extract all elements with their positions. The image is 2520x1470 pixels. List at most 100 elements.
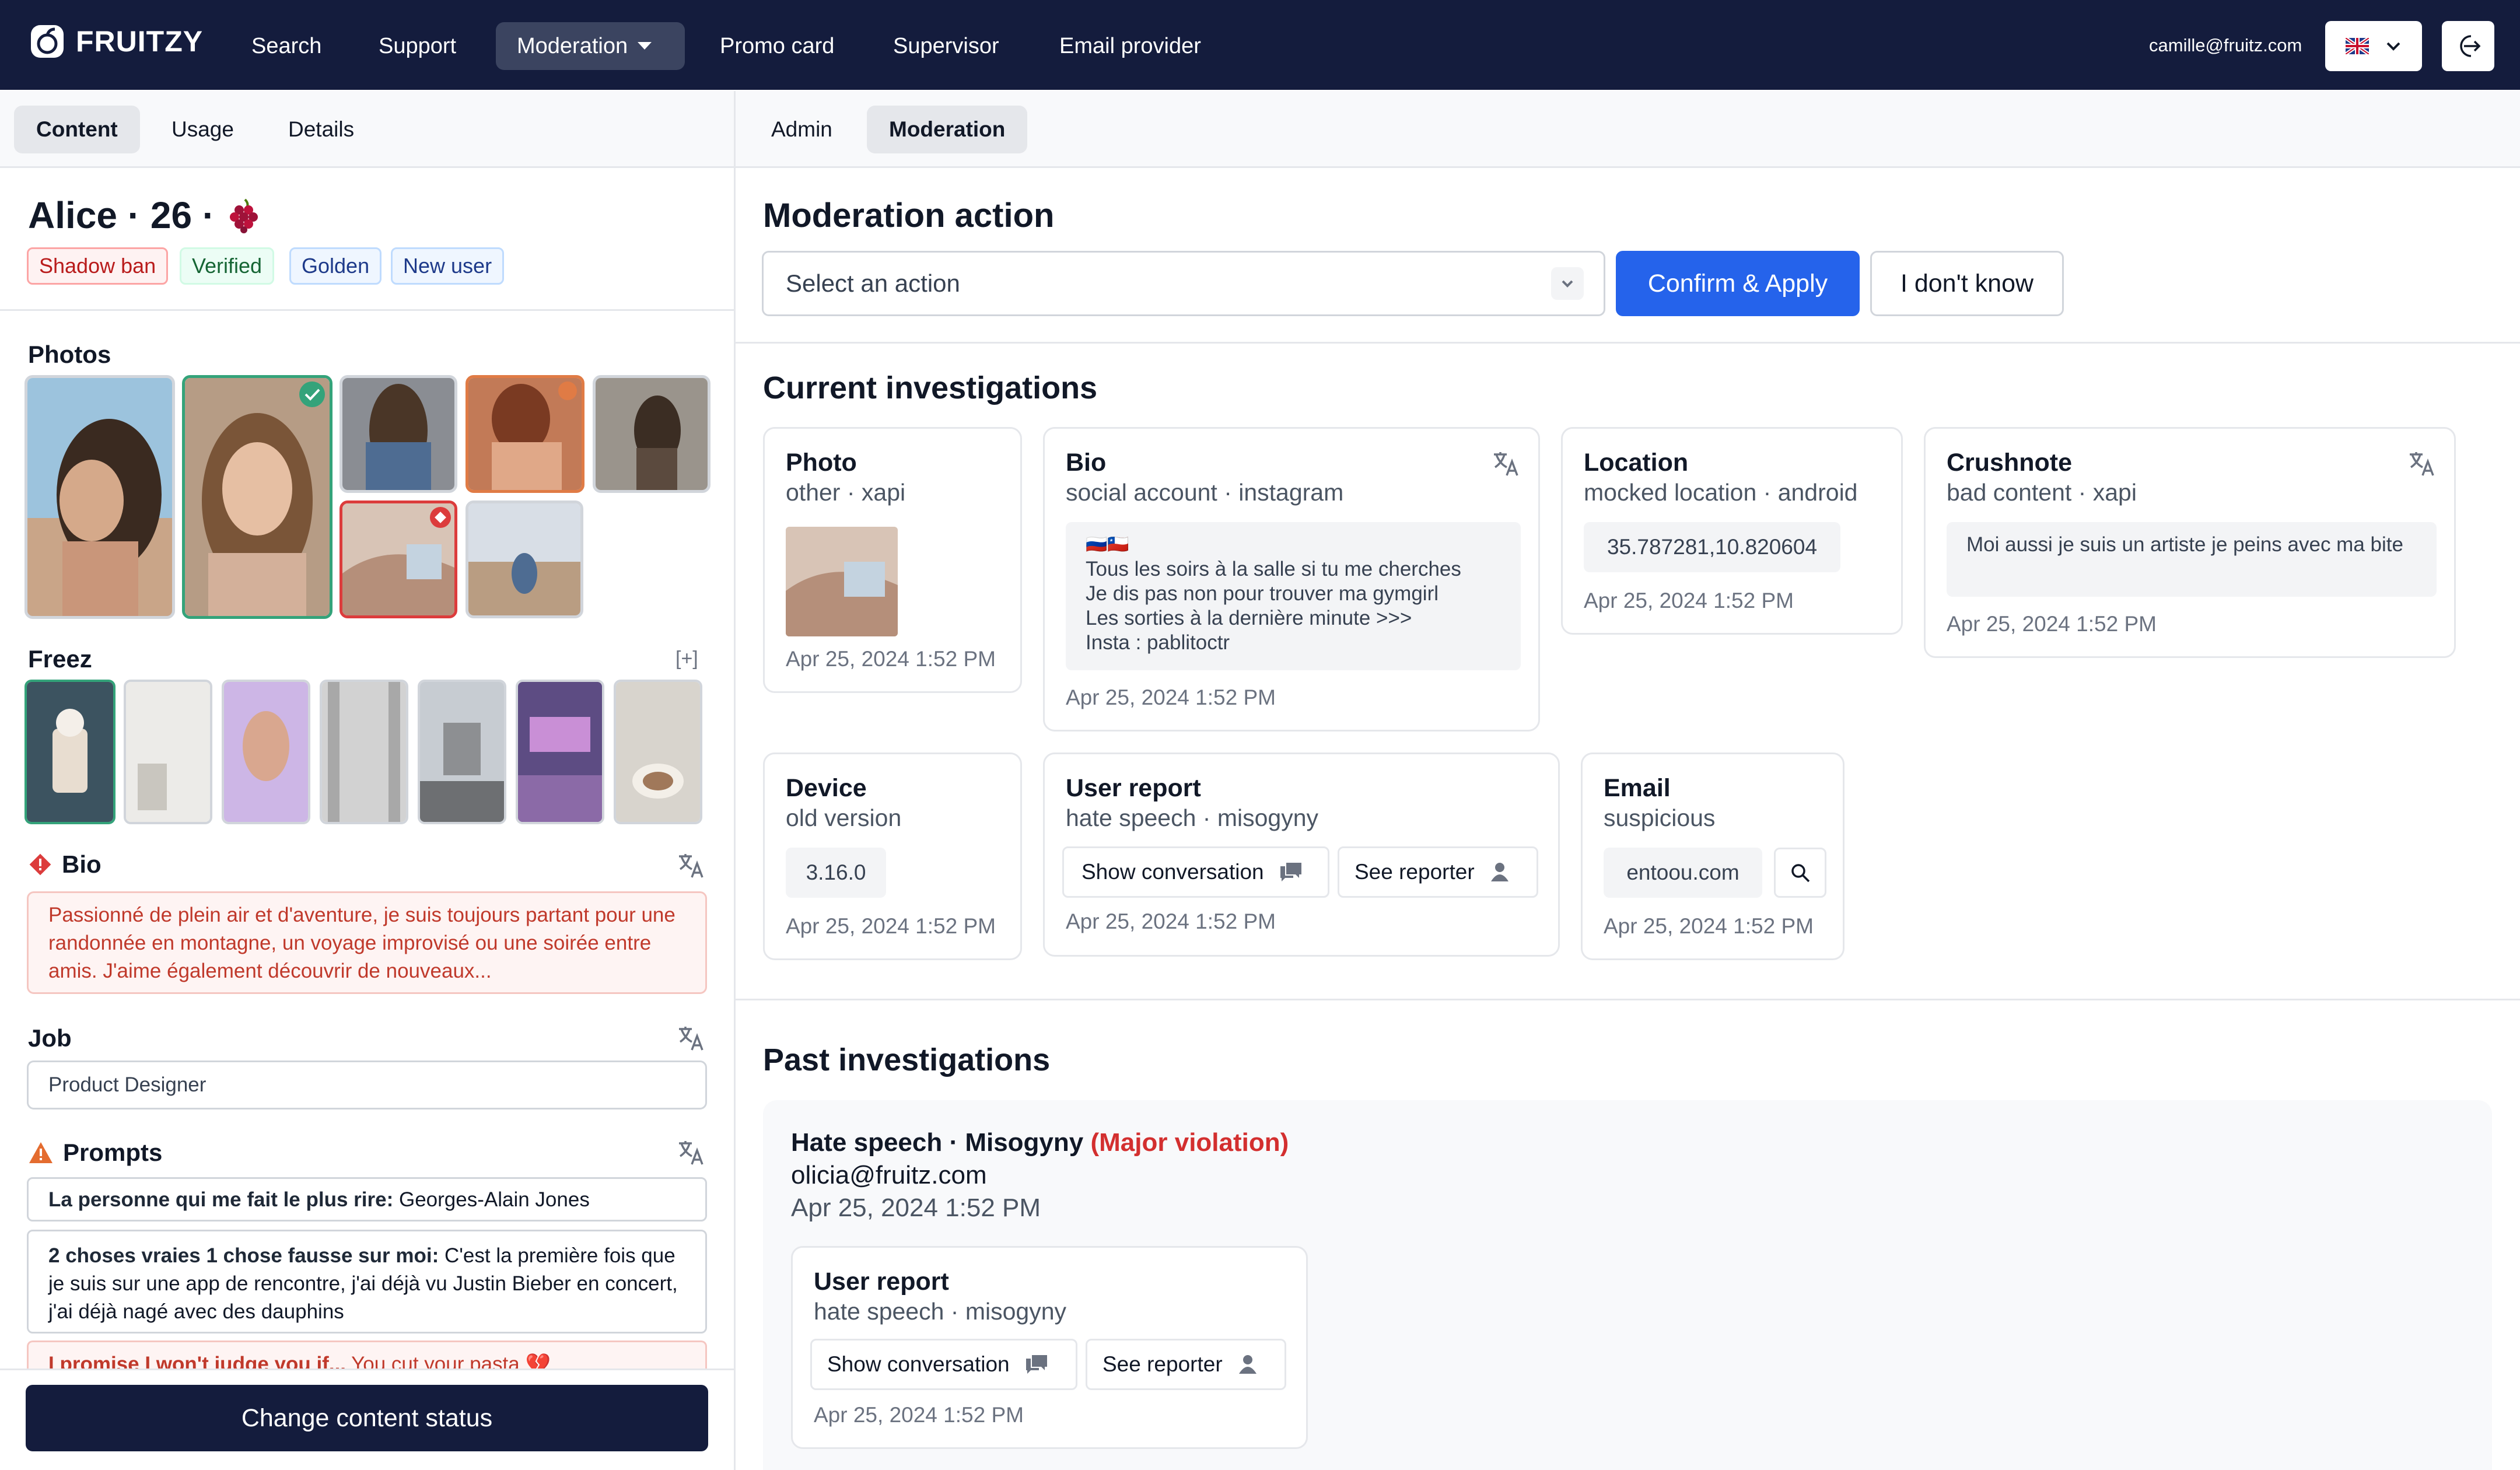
freez-7[interactable] [614, 680, 702, 824]
card-date: Apr 25, 2024 1:52 PM [1947, 612, 2157, 636]
chat-icon [1026, 1355, 1047, 1374]
caret-down-icon [638, 42, 652, 50]
current-investigations-title: Current investigations [763, 370, 1098, 405]
photo-2-approved[interactable] [182, 375, 332, 619]
investigation-card-email: Email suspicious entoou.com Apr 25, 2024… [1581, 752, 1845, 960]
email-domain: entoou.com [1604, 848, 1762, 898]
card-title: Email [1604, 774, 1671, 802]
nav-promo-card[interactable]: Promo card [699, 22, 855, 70]
past-item-heading: Hate speech · Misogyny (Major violation) [791, 1128, 1289, 1157]
tab-admin[interactable]: Admin [749, 106, 855, 153]
photo-5[interactable] [593, 375, 710, 493]
photo-4-flagged[interactable] [466, 375, 584, 493]
see-reporter-label: See reporter [1354, 860, 1475, 884]
nav-supervisor[interactable]: Supervisor [872, 22, 1020, 70]
nav-email-provider[interactable]: Email provider [1038, 22, 1222, 70]
photo-6-rejected[interactable] [340, 501, 457, 618]
photo-3[interactable] [340, 375, 457, 493]
search-email-button[interactable] [1774, 848, 1826, 898]
divider [0, 309, 734, 311]
bio-line: Je dis pas non pour trouver ma gymgirl [1086, 582, 1438, 605]
job-title: Job [28, 1024, 72, 1052]
investigation-card-device: Device old version 3.16.0 Apr 25, 2024 1… [763, 752, 1022, 960]
freez-expand-button[interactable]: [+] [676, 648, 698, 670]
flag-emoji: 🇷🇺🇨🇱 [1086, 535, 1129, 554]
freez-4[interactable] [320, 680, 408, 824]
prompt-question: 2 choses vraies 1 chose fausse sur moi: [48, 1244, 439, 1267]
bio-content-box: 🇷🇺🇨🇱 Tous les soirs à la salle si tu me … [1066, 522, 1521, 670]
past-user-report-card: User report hate speech · misogyny Show … [791, 1246, 1308, 1449]
dont-know-button[interactable]: I don't know [1870, 251, 2064, 316]
location-coordinates: 35.787281,10.820604 [1584, 522, 1840, 572]
prompt-question: I promise I won't judge you if... [48, 1353, 346, 1370]
investigation-card-location: Location mocked location · android 35.78… [1561, 427, 1903, 635]
bio-header: Bio [28, 850, 102, 878]
action-select[interactable]: Select an action [762, 251, 1605, 316]
tab-content[interactable]: Content [14, 106, 140, 153]
freez-1-approved[interactable] [24, 680, 116, 824]
card-subtitle: bad content · xapi [1947, 479, 2137, 506]
card-title: Photo [786, 449, 857, 477]
warning-triangle-icon [29, 1142, 52, 1163]
photos-title: Photos [28, 341, 111, 368]
photo-3-image [342, 378, 454, 490]
grapes-icon [230, 198, 258, 233]
prompt-item: La personne qui me fait le plus rire: Ge… [27, 1177, 707, 1222]
translate-icon[interactable] [677, 1024, 706, 1052]
freez-6-image [518, 682, 602, 822]
bio-title: Bio [62, 850, 102, 878]
bio-text: Passionné de plein air et d'aventure, je… [27, 891, 707, 994]
card-title: Device [786, 774, 867, 802]
see-reporter-button[interactable]: See reporter [1338, 846, 1538, 898]
change-content-status-button[interactable]: Change content status [26, 1385, 708, 1451]
show-conversation-button[interactable]: Show conversation [810, 1339, 1077, 1390]
nav-search[interactable]: Search [230, 22, 342, 70]
prompts-header: Prompts [28, 1139, 162, 1167]
freez-3[interactable] [222, 680, 310, 824]
uk-flag-icon [2346, 38, 2369, 54]
badge-shadow-ban: Shadow ban [27, 247, 169, 285]
freez-6[interactable] [516, 680, 604, 824]
brand-name: FRUITZY [76, 25, 204, 58]
card-date: Apr 25, 2024 1:52 PM [786, 914, 996, 938]
card-date: Apr 25, 2024 1:52 PM [1066, 685, 1276, 709]
freez-4-image [322, 682, 406, 822]
translate-icon[interactable] [677, 852, 706, 880]
translate-icon[interactable] [2407, 450, 2437, 478]
divider [736, 999, 2520, 1000]
chevron-down-icon [2386, 42, 2400, 51]
card-title: User report [814, 1268, 949, 1296]
profile-name-text: Alice · 26 · [28, 194, 215, 236]
logout-button[interactable] [2442, 21, 2494, 71]
photo-4-image [468, 378, 582, 490]
freez-2[interactable] [124, 680, 212, 824]
tab-usage[interactable]: Usage [149, 106, 256, 153]
card-subtitle: social account · instagram [1066, 479, 1344, 506]
translate-icon[interactable] [1492, 450, 1521, 478]
past-investigation-item: Hate speech · Misogyny (Major violation)… [763, 1100, 2492, 1470]
card-date: Apr 25, 2024 1:52 PM [1066, 909, 1276, 933]
prompt-question: La personne qui me fait le plus rire: [48, 1188, 394, 1211]
badge-new-user: New user [391, 247, 505, 285]
tab-details[interactable]: Details [266, 106, 376, 153]
language-select[interactable] [2325, 21, 2422, 71]
see-reporter-button[interactable]: See reporter [1086, 1339, 1286, 1390]
nav-support[interactable]: Support [358, 22, 477, 70]
nav-moderation[interactable]: Moderation [496, 22, 685, 70]
investigation-photo[interactable] [786, 527, 898, 636]
photo-1[interactable] [24, 375, 175, 619]
job-field[interactable]: Product Designer [27, 1060, 707, 1110]
card-title: Bio [1066, 449, 1107, 477]
tab-moderation[interactable]: Moderation [867, 106, 1028, 153]
prompt-answer: Georges-Alain Jones [393, 1188, 590, 1211]
profile-name: Alice · 26 · [28, 194, 261, 237]
prompt-answer: You cut your pasta 💔 [346, 1353, 551, 1370]
show-conversation-button[interactable]: Show conversation [1062, 846, 1329, 898]
freez-5[interactable] [418, 680, 506, 824]
translate-icon[interactable] [677, 1139, 706, 1167]
brand-logo[interactable]: FRUITZY [29, 23, 203, 60]
freez-5-image [420, 682, 504, 822]
prompt-item: 2 choses vraies 1 chose fausse sur moi: … [27, 1230, 707, 1334]
photo-7[interactable] [466, 501, 583, 618]
confirm-apply-button[interactable]: Confirm & Apply [1616, 251, 1860, 316]
